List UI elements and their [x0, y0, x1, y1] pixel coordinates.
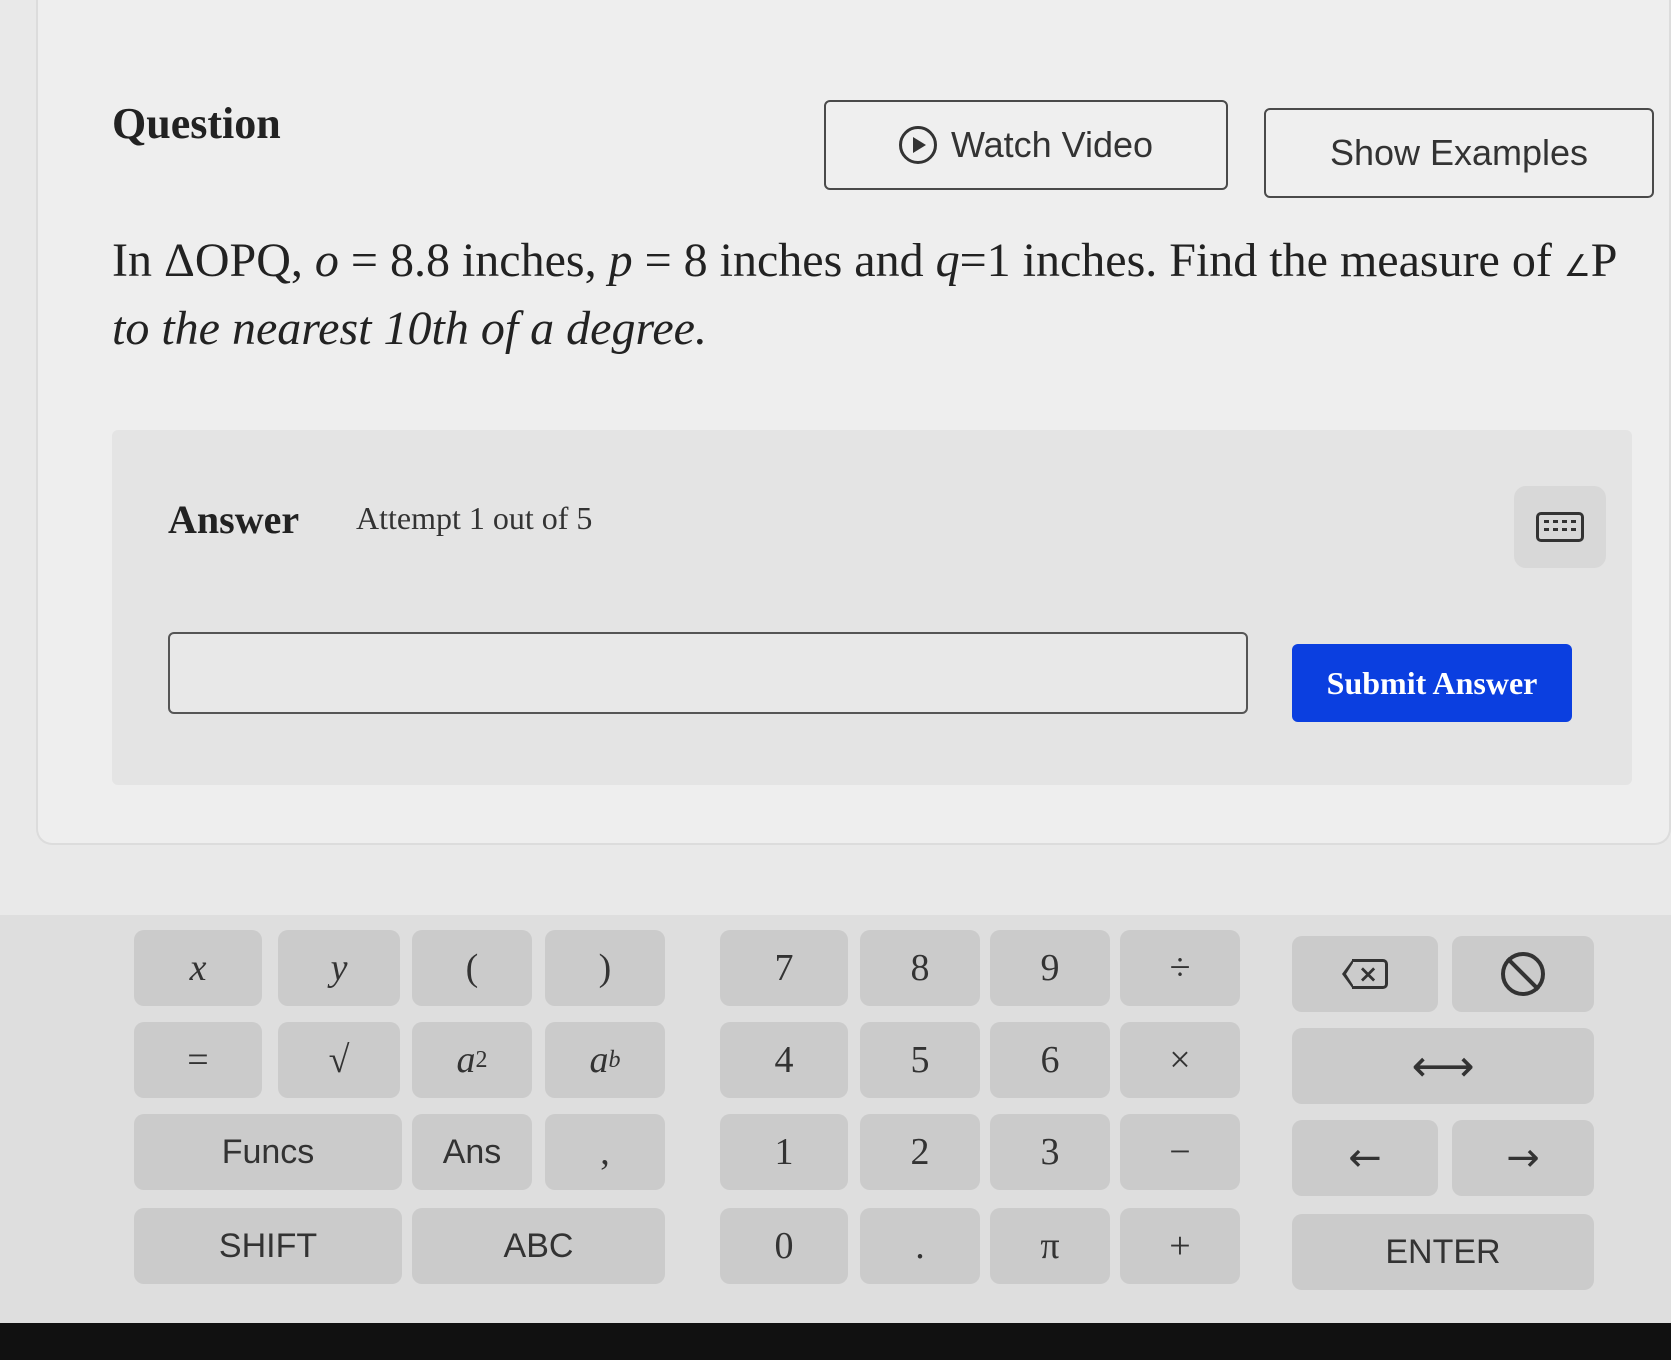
- key-left-right-arrow[interactable]: ⟷: [1292, 1028, 1594, 1104]
- key-right-arrow[interactable]: →: [1452, 1120, 1594, 1196]
- key-y[interactable]: y: [278, 930, 400, 1006]
- key-ans[interactable]: Ans: [412, 1114, 532, 1190]
- variable-p: p: [608, 234, 633, 287]
- key-shift[interactable]: SHIFT: [134, 1208, 402, 1284]
- key-multiply[interactable]: ×: [1120, 1022, 1240, 1098]
- key-pi[interactable]: π: [990, 1208, 1110, 1284]
- show-examples-button[interactable]: Show Examples: [1264, 108, 1654, 198]
- keyboard-toggle-button[interactable]: [1514, 486, 1606, 568]
- problem-part-italic: to the nearest 10th of a degree.: [112, 302, 707, 355]
- keyboard-icon: [1536, 512, 1584, 542]
- clear-icon: [1501, 952, 1545, 996]
- key-plus[interactable]: +: [1120, 1208, 1240, 1284]
- angle-symbol: ∠: [1563, 250, 1591, 283]
- key-2[interactable]: 2: [860, 1114, 980, 1190]
- key-open-paren[interactable]: (: [412, 930, 532, 1006]
- key-minus[interactable]: −: [1120, 1114, 1240, 1190]
- problem-text: In ΔOPQ, o = 8.8 inches, p = 8 inches an…: [112, 230, 1632, 360]
- answer-panel: [112, 430, 1632, 785]
- key-equals[interactable]: =: [134, 1022, 262, 1098]
- key-7[interactable]: 7: [720, 930, 848, 1006]
- key-6[interactable]: 6: [990, 1022, 1110, 1098]
- key-5[interactable]: 5: [860, 1022, 980, 1098]
- attempt-counter: Attempt 1 out of 5: [356, 500, 593, 536]
- key-close-paren[interactable]: ): [545, 930, 665, 1006]
- backspace-icon: ×: [1342, 959, 1388, 989]
- watch-video-button[interactable]: Watch Video: [824, 100, 1228, 190]
- key-1[interactable]: 1: [720, 1114, 848, 1190]
- show-examples-label: Show Examples: [1329, 132, 1589, 173]
- key-0[interactable]: 0: [720, 1208, 848, 1284]
- watch-video-label: Watch Video: [950, 124, 1154, 165]
- play-circle-icon: [898, 126, 937, 164]
- key-enter[interactable]: ENTER: [1292, 1214, 1594, 1290]
- problem-part: = 8 inches and: [632, 234, 936, 287]
- key-3[interactable]: 3: [990, 1114, 1110, 1190]
- submit-answer-button[interactable]: Submit Answer: [1292, 644, 1572, 722]
- answer-label: Answer: [168, 497, 300, 542]
- key-9[interactable]: 9: [990, 930, 1110, 1006]
- key-left-arrow[interactable]: ←: [1292, 1120, 1438, 1196]
- key-funcs[interactable]: Funcs: [134, 1114, 402, 1190]
- key-x[interactable]: x: [134, 930, 262, 1006]
- key-square-base: a: [456, 1039, 476, 1081]
- key-4[interactable]: 4: [720, 1022, 848, 1098]
- key-backspace[interactable]: ×: [1292, 936, 1438, 1012]
- screen-bezel: [0, 1323, 1671, 1360]
- problem-part: =1 inches. Find the measure of: [959, 234, 1564, 287]
- key-power-base: a: [589, 1039, 609, 1081]
- problem-part: In ΔOPQ,: [112, 234, 315, 287]
- answer-input[interactable]: [168, 632, 1248, 714]
- key-abc[interactable]: ABC: [412, 1208, 665, 1284]
- key-clear[interactable]: [1452, 936, 1594, 1012]
- key-power[interactable]: ab: [545, 1022, 665, 1098]
- question-heading: Question: [112, 99, 281, 148]
- key-square[interactable]: a2: [412, 1022, 532, 1098]
- key-divide[interactable]: ÷: [1120, 930, 1240, 1006]
- problem-part: = 8.8 inches,: [338, 234, 609, 287]
- key-8[interactable]: 8: [860, 930, 980, 1006]
- variable-o: o: [314, 234, 339, 287]
- key-decimal[interactable]: .: [860, 1208, 980, 1284]
- variable-q: q: [935, 234, 960, 287]
- problem-part: P: [1590, 234, 1616, 287]
- key-sqrt[interactable]: √: [278, 1022, 400, 1098]
- key-comma[interactable]: ,: [545, 1114, 665, 1190]
